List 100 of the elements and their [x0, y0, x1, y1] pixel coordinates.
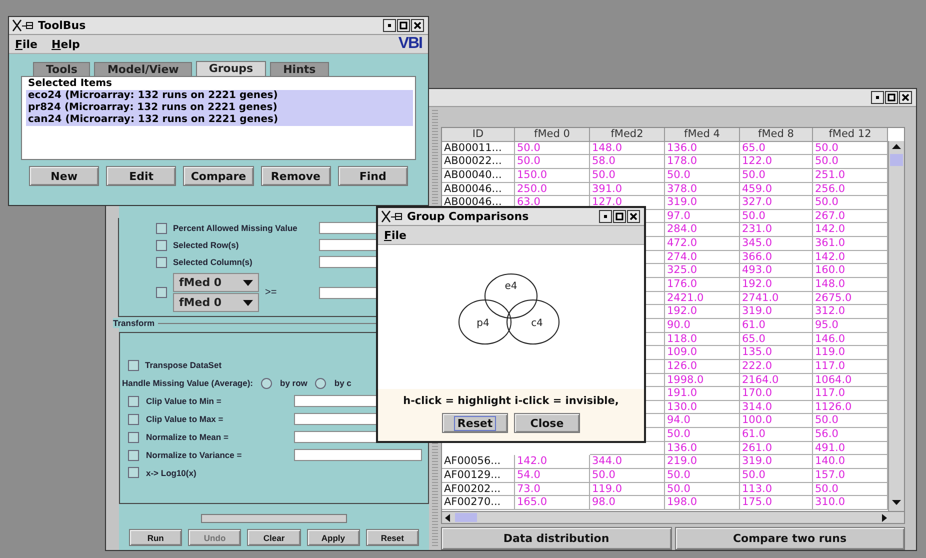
table-cell: AB00011... — [442, 142, 515, 156]
up-arrow-icon[interactable] — [892, 144, 901, 149]
action-button[interactable]: Close — [514, 413, 580, 433]
tab[interactable]: Hints — [270, 62, 329, 76]
action-button[interactable]: Edit — [106, 166, 176, 186]
table-cell: 250.0 — [515, 182, 590, 196]
down-arrow-icon[interactable] — [892, 500, 901, 505]
tab[interactable]: Tools — [33, 62, 90, 76]
column-header[interactable]: fMed 8 — [740, 128, 813, 142]
column-header[interactable]: fMed 0 — [515, 128, 590, 142]
column-header[interactable]: fMed2 — [590, 128, 665, 142]
group-title: Transform — [113, 318, 158, 328]
table-cell: 222.0 — [740, 360, 813, 374]
table-cell: AF00129... — [442, 469, 515, 483]
window-controls-icon[interactable] — [383, 19, 425, 32]
column-header[interactable]: fMed 12 — [813, 128, 888, 142]
checkbox-label: Clip Value to Min = — [146, 396, 222, 406]
table-cell: 198.0 — [665, 496, 740, 510]
column-dropdown[interactable]: fMed 0 — [173, 273, 259, 292]
table-cell: 50.0 — [665, 168, 740, 183]
table-cell: 459.0 — [740, 182, 813, 196]
table-cell: 113.0 — [740, 482, 813, 496]
table-cell: 61.0 — [740, 318, 813, 333]
checkbox-label: Transpose DataSet — [145, 360, 222, 370]
column-header[interactable]: ID — [442, 128, 515, 142]
window-controls-icon[interactable] — [599, 210, 641, 223]
table-cell: 50.0 — [590, 469, 665, 483]
list-header: Selected Items — [27, 78, 113, 90]
text-field[interactable] — [294, 449, 422, 461]
checkbox[interactable] — [128, 467, 139, 478]
table-cell: 136.0 — [665, 442, 740, 456]
table-cell: 50.0 — [590, 168, 665, 183]
table-cell: 122.0 — [740, 155, 813, 169]
checkbox[interactable] — [128, 360, 139, 370]
action-button[interactable]: Clear — [247, 529, 301, 546]
action-button[interactable]: Reset — [442, 413, 508, 433]
action-button[interactable]: Data distribution — [441, 527, 672, 550]
checkbox[interactable] — [128, 450, 139, 460]
column-header[interactable]: fMed 4 — [665, 128, 740, 142]
action-button[interactable]: Compare two runs — [674, 527, 905, 550]
action-button[interactable]: Apply — [306, 529, 360, 546]
table-cell: AF00056... — [442, 455, 515, 470]
vertical-scrollbar[interactable] — [888, 141, 904, 511]
horizontal-scrollbar[interactable] — [441, 512, 905, 524]
table-cell: 345.0 — [740, 237, 813, 251]
table-cell: 165.0 — [515, 496, 590, 510]
checkbox-label: Normalize to Variance = — [146, 450, 243, 460]
table-cell: 142.0 — [515, 455, 590, 470]
table-cell: 58.0 — [590, 155, 665, 169]
checkbox[interactable] — [156, 222, 167, 234]
checkbox[interactable] — [128, 396, 139, 406]
action-button[interactable]: Compare — [183, 166, 254, 186]
list-item[interactable]: pr824 (Microarray: 132 runs on 2221 genes) — [26, 102, 413, 114]
table-cell: 65.0 — [740, 332, 813, 346]
radio-button[interactable] — [315, 378, 326, 388]
table-cell: 100.0 — [740, 414, 813, 428]
set-label: e4 — [504, 281, 518, 292]
checkbox-label: Percent Allowed Missing Value — [173, 223, 298, 233]
checkbox[interactable] — [156, 287, 167, 298]
action-button[interactable]: New — [29, 166, 100, 186]
tab[interactable]: Groups — [196, 61, 266, 76]
action-button[interactable]: Reset — [366, 529, 419, 546]
scroll-thumb[interactable] — [455, 513, 477, 522]
tab[interactable]: Model/View — [94, 62, 192, 76]
radio-button[interactable] — [261, 378, 272, 388]
list-item[interactable]: can24 (Microarray: 132 runs on 2221 genes) — [26, 114, 413, 126]
menu-item[interactable]: File — [15, 38, 38, 50]
right-arrow-icon[interactable] — [882, 514, 887, 522]
list-item[interactable]: eco24 (Microarray: 132 runs on 2221 genes) — [26, 90, 413, 102]
action-button[interactable]: Run — [129, 529, 182, 546]
venn-diagram-drawing[interactable] — [458, 274, 560, 344]
left-arrow-icon[interactable] — [445, 514, 450, 522]
table-cell: 50.0 — [515, 142, 590, 156]
table-cell: 192.0 — [740, 278, 813, 292]
table-cell: 130.0 — [665, 400, 740, 414]
action-button[interactable]: Remove — [260, 166, 331, 186]
table-cell: 176.0 — [665, 278, 740, 292]
checkbox[interactable] — [156, 240, 167, 250]
window-controls-icon[interactable] — [871, 91, 913, 104]
table-cell: 150.0 — [515, 168, 590, 183]
checkbox-label: Normalize to Mean = — [146, 432, 230, 442]
table-cell: 314.0 — [740, 400, 813, 414]
action-button[interactable]: Find — [338, 166, 408, 186]
column-dropdown[interactable]: fMed 0 — [173, 293, 259, 312]
table-cell: 284.0 — [665, 223, 740, 238]
menu-item[interactable]: Help — [52, 38, 80, 50]
table-cell: 50.0 — [665, 469, 740, 483]
table-cell: 170.0 — [740, 387, 813, 401]
table-cell: 136.0 — [665, 142, 740, 156]
table-cell: 90.0 — [665, 318, 740, 333]
checkbox-label: x-> Log10(x) — [146, 468, 198, 478]
window-title: ToolBus — [38, 19, 86, 32]
checkbox[interactable] — [128, 432, 139, 442]
checkbox[interactable] — [156, 256, 167, 268]
checkbox[interactable] — [128, 414, 139, 424]
table-cell: 378.0 — [665, 182, 740, 196]
table-cell: 50.0 — [665, 482, 740, 496]
window-logo-icon — [12, 19, 34, 32]
menu-item[interactable]: File — [384, 228, 407, 242]
scroll-thumb[interactable] — [890, 154, 903, 166]
